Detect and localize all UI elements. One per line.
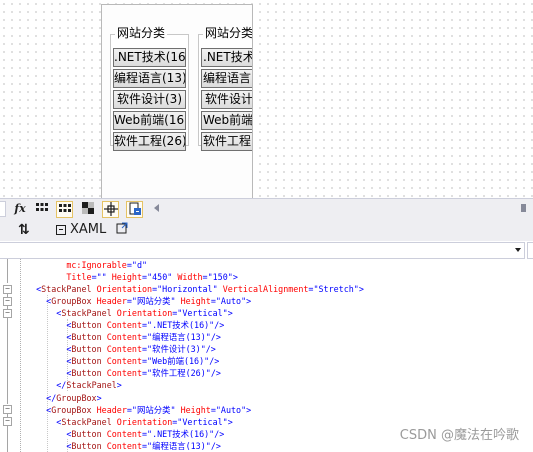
code-line[interactable]: <Button Content="Web前端(16)"/>: [26, 355, 364, 367]
button-net[interactable]: .NET技术(16): [113, 48, 186, 67]
code-line[interactable]: <GroupBox Header="网站分类" Height="Auto">: [26, 404, 364, 416]
outline-gutter: − − − − −: [0, 259, 14, 452]
scroll-right-icon[interactable]: [521, 204, 526, 212]
groupbox-header: 网站分类: [203, 26, 252, 40]
code-line[interactable]: </StackPanel>: [26, 379, 364, 391]
code-text[interactable]: mc:Ignorable="d" Title="" Height="450" W…: [26, 259, 364, 452]
member-dropdown[interactable]: [527, 242, 533, 259]
button-web-frontend[interactable]: Web前端: [201, 111, 252, 130]
button-web-frontend[interactable]: Web前端(16): [113, 111, 186, 130]
code-line[interactable]: Title="" Height="450" Width="150">: [26, 271, 364, 283]
scroll-left-icon[interactable]: [154, 204, 159, 212]
zoom-combobox[interactable]: [0, 201, 6, 217]
fx-effects-button[interactable]: fx: [12, 201, 28, 217]
code-line[interactable]: <GroupBox Header="网站分类" Height="Auto">: [26, 295, 364, 307]
code-line[interactable]: <Button Content=".NET技术(16)"/>: [26, 428, 364, 440]
project-code-icon[interactable]: [126, 201, 143, 218]
window-artboard[interactable]: 网站分类 .NET技术(16) 编程语言(13) 软件设计(3) Web前端(1…: [101, 4, 253, 199]
code-line[interactable]: <StackPanel Orientation="Vertical">: [26, 307, 364, 319]
button-software-engineering[interactable]: 软件工程(26): [113, 132, 186, 151]
code-line[interactable]: <Button Content=".NET技术(16)"/>: [26, 319, 364, 331]
groupbox-header: 网站分类: [115, 26, 168, 40]
designer-toolbar: fx: [0, 198, 533, 220]
code-line[interactable]: </GroupBox>: [26, 392, 364, 404]
button-programming[interactable]: 编程语言(13): [113, 69, 186, 88]
tab-xaml-label: XAML: [70, 222, 107, 237]
outline-line: [7, 318, 8, 404]
xaml-icon: [56, 225, 66, 235]
button-software-design[interactable]: 软件设计(3): [113, 90, 186, 109]
button-software-design[interactable]: 软件设计: [201, 90, 252, 109]
popout-icon[interactable]: [116, 222, 128, 238]
collapse-icon[interactable]: −: [3, 309, 12, 318]
outline-line: [7, 426, 8, 452]
code-line[interactable]: <Button Content="编程语言(13)"/>: [26, 440, 364, 452]
button-net[interactable]: .NET技术: [201, 48, 252, 67]
element-dropdown[interactable]: [0, 242, 525, 259]
chevron-down-icon: [515, 248, 521, 252]
groupbox-2[interactable]: 网站分类 .NET技术 编程语言 软件设计 Web前端 软件工程: [198, 26, 252, 151]
artboard-background-icon[interactable]: [80, 201, 96, 217]
watermark: CSDN @魔法在吟歌: [399, 428, 519, 443]
collapse-icon[interactable]: −: [3, 405, 12, 414]
element-navigation-bar: [0, 241, 533, 260]
gutter-separator: [20, 259, 22, 452]
code-line[interactable]: <Button Content="软件设计(3)"/>: [26, 343, 364, 355]
xaml-code-editor[interactable]: − − − − − mc:Ignorable="d" Title="" Heig…: [0, 259, 533, 452]
button-programming[interactable]: 编程语言: [201, 69, 252, 88]
designer-canvas[interactable]: 网站分类 .NET技术(16) 编程语言(13) 软件设计(3) Web前端(1…: [0, 0, 533, 199]
collapse-icon[interactable]: −: [3, 285, 12, 294]
snap-lines-icon[interactable]: [102, 201, 119, 218]
snap-grid-icon[interactable]: [56, 201, 73, 218]
collapse-icon[interactable]: −: [3, 297, 12, 306]
view-tab-row: ⇅ XAML: [0, 219, 533, 242]
code-line[interactable]: <StackPanel Orientation="Vertical">: [26, 416, 364, 428]
collapse-icon[interactable]: −: [3, 417, 12, 426]
swap-panes-button[interactable]: ⇅: [18, 222, 30, 238]
groupbox-1[interactable]: 网站分类 .NET技术(16) 编程语言(13) 软件设计(3) Web前端(1…: [110, 26, 189, 151]
code-line[interactable]: mc:Ignorable="d": [26, 259, 364, 271]
outline-line: [7, 259, 8, 283]
button-software-engineering[interactable]: 软件工程: [201, 132, 252, 151]
tab-xaml[interactable]: XAML: [56, 222, 106, 238]
code-line[interactable]: <StackPanel Orientation="Horizontal" Ver…: [26, 283, 364, 295]
code-line[interactable]: <Button Content="软件工程(26)"/>: [26, 367, 364, 379]
code-line[interactable]: <Button Content="编程语言(13)"/>: [26, 331, 364, 343]
grid-icon[interactable]: [34, 201, 50, 217]
